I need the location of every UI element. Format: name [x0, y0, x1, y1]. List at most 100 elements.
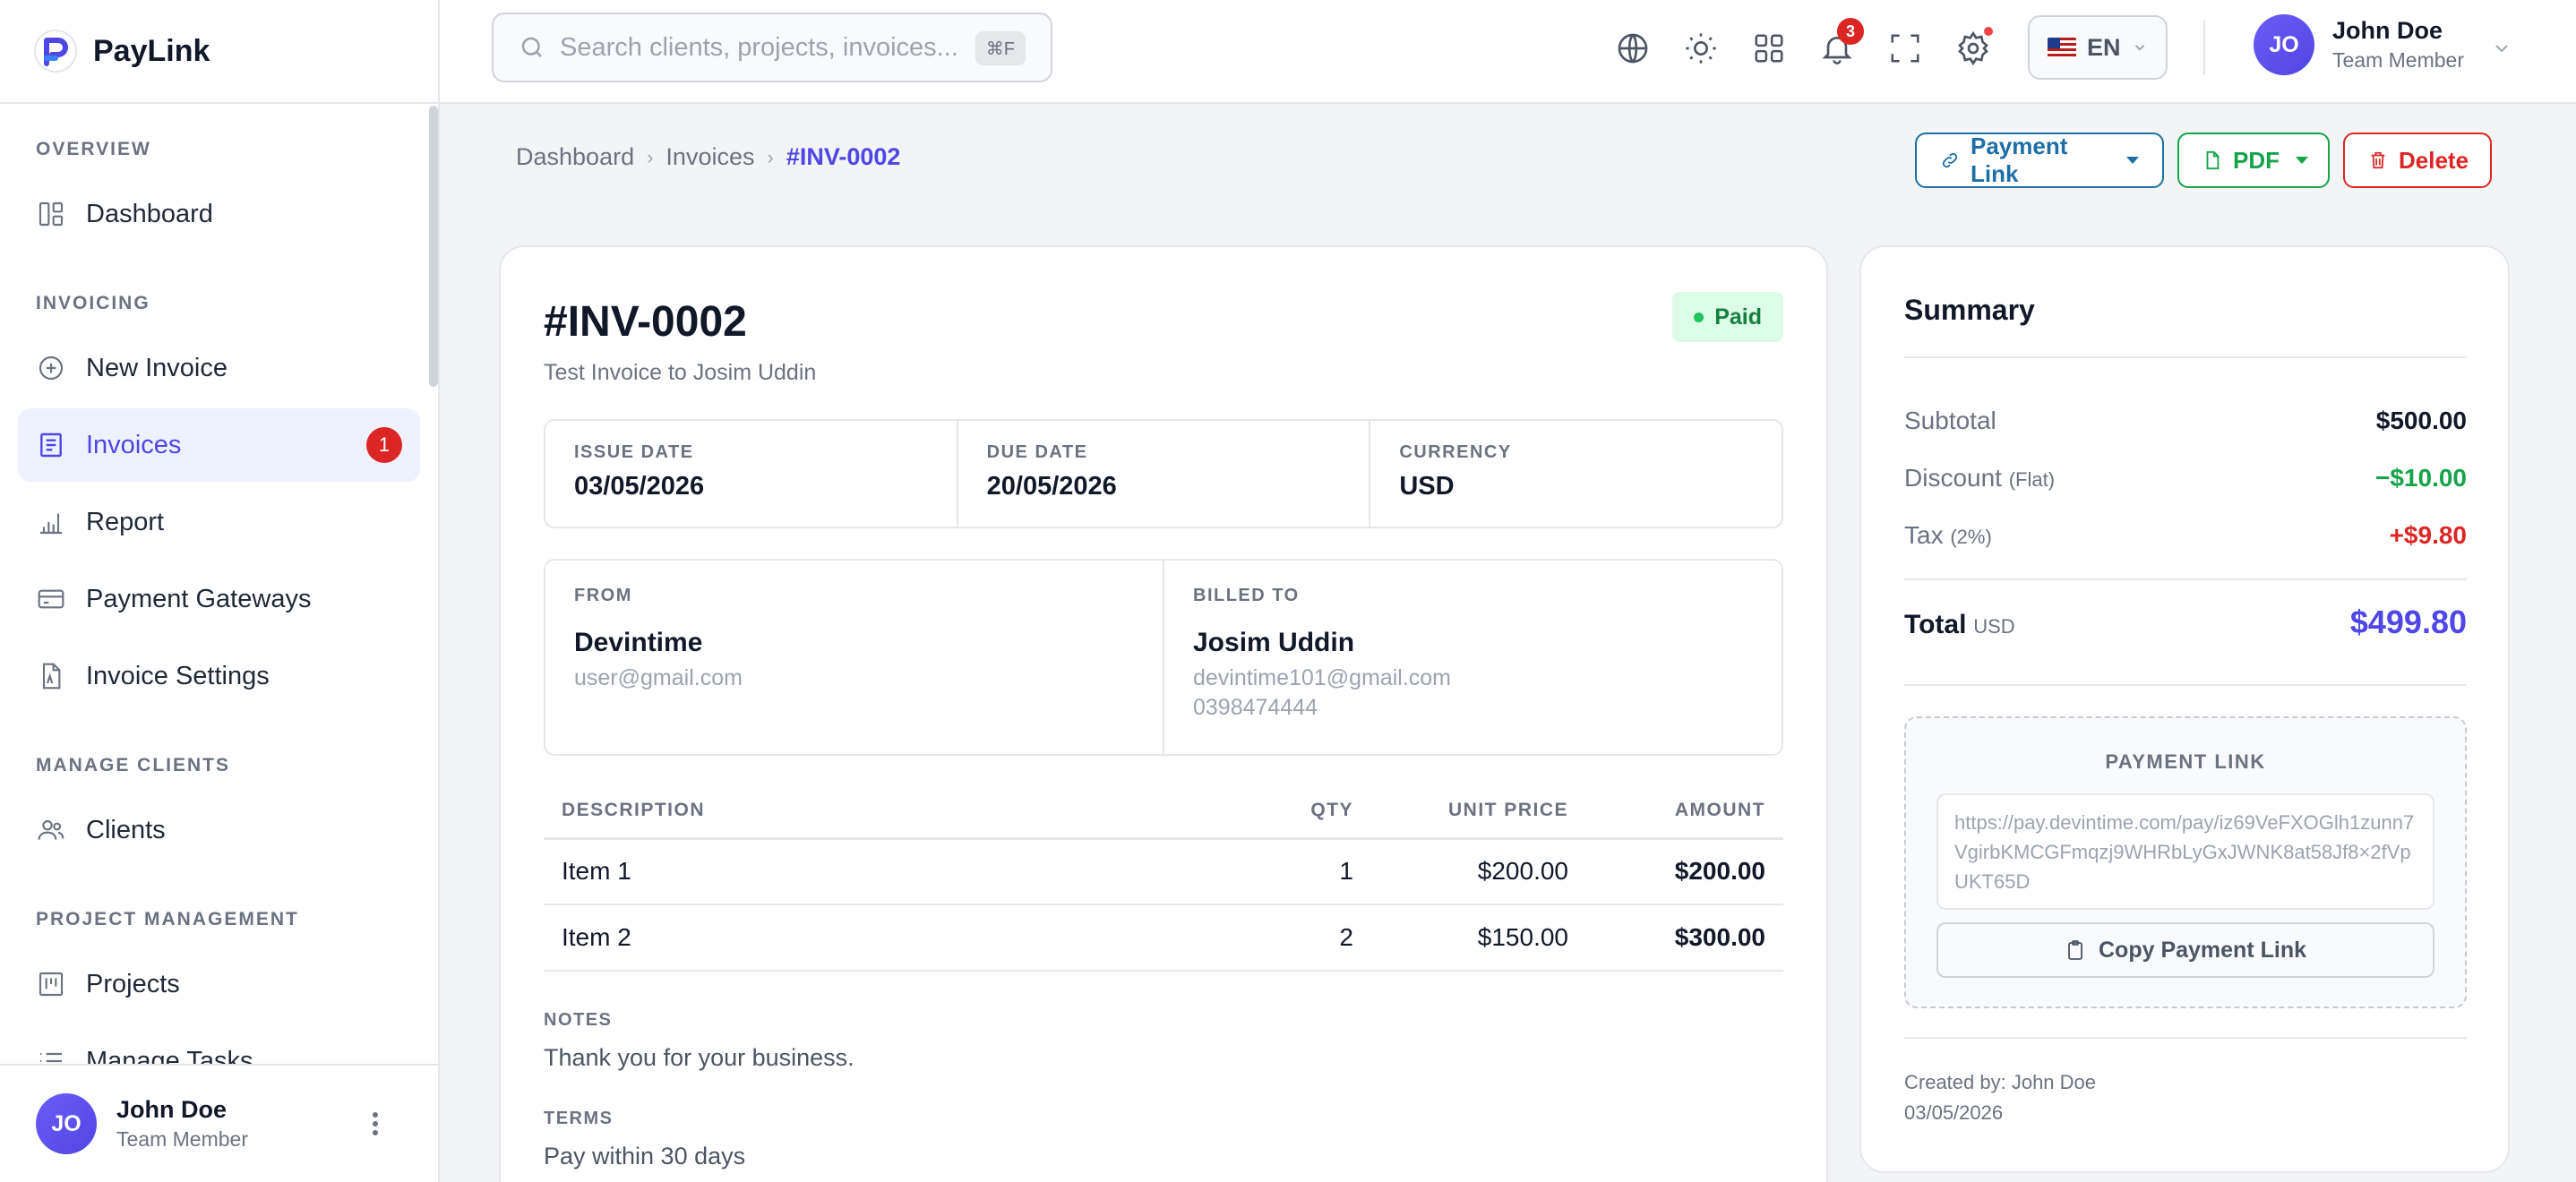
- divider: [1904, 578, 2467, 580]
- sidebar-nav: OVERVIEW Dashboard INVOICING New Invoice…: [0, 104, 438, 1064]
- breadcrumb-item-dashboard[interactable]: Dashboard: [516, 143, 634, 171]
- invoice-icon: [36, 430, 66, 460]
- sidebar-item-report[interactable]: Report: [18, 485, 420, 559]
- pdf-file-icon: [2202, 150, 2222, 170]
- sidebar-item-invoice-settings[interactable]: Invoice Settings: [18, 639, 420, 713]
- language-selector[interactable]: EN: [2028, 15, 2168, 80]
- user-name: John Doe: [2332, 17, 2443, 44]
- item-description: Item 2: [544, 904, 1246, 972]
- sidebar-item-payment-gateways[interactable]: Payment Gateways: [18, 562, 420, 636]
- plus-circle-icon: [36, 353, 66, 383]
- section-title-overview: OVERVIEW: [36, 139, 151, 159]
- invoice-number: #INV-0002: [544, 298, 747, 346]
- sidebar-item-label: Invoice Settings: [86, 661, 270, 690]
- copy-payment-link-button[interactable]: Copy Payment Link: [1936, 922, 2434, 978]
- sidebar-scrollbar[interactable]: [429, 106, 438, 387]
- sidebar-item-clients[interactable]: Clients: [18, 793, 420, 867]
- from-party: FROM Devintime user@gmail.com: [545, 561, 1164, 754]
- bell-icon[interactable]: 3: [1814, 18, 1864, 72]
- item-description: Item 1: [544, 838, 1246, 905]
- search-input[interactable]: Search clients, projects, invoices... ⌘F: [492, 13, 1052, 82]
- parties: FROM Devintime user@gmail.com BILLED TO …: [544, 559, 1783, 756]
- sidebar-item-dashboard[interactable]: Dashboard: [18, 177, 420, 251]
- created-by: Created by: John Doe: [1904, 1071, 2097, 1093]
- issue-date-value: 03/05/2026: [574, 472, 705, 501]
- item-unit-price: $200.00: [1371, 838, 1586, 905]
- avatar: JO: [2254, 14, 2314, 75]
- terms-label: TERMS: [544, 1109, 614, 1128]
- sidebar-item-label: Payment Gateways: [86, 584, 312, 613]
- billed-to-label: BILLED TO: [1193, 586, 1300, 605]
- subtotal-value: $500.00: [2375, 407, 2467, 434]
- from-label: FROM: [574, 586, 632, 605]
- sidebar-item-new-invoice[interactable]: New Invoice: [18, 331, 420, 405]
- user-menu[interactable]: JO John Doe Team Member: [2254, 14, 2464, 75]
- sidebar-item-invoices[interactable]: Invoices 1: [18, 408, 420, 482]
- status-badge: Paid: [1672, 292, 1783, 342]
- table-row: Item 1 1 $200.00 $200.00: [544, 838, 1783, 905]
- users-icon: [36, 815, 66, 845]
- breadcrumb-item-invoices[interactable]: Invoices: [665, 143, 754, 171]
- sidebar-user[interactable]: JO John Doe Team Member: [0, 1064, 438, 1182]
- currency-value: USD: [1399, 472, 1455, 501]
- trash-icon: [2368, 150, 2388, 170]
- payment-link-button[interactable]: Payment Link: [1915, 133, 2164, 188]
- topbar-divider: [2203, 20, 2205, 75]
- line-items-table: DESCRIPTION QTY UNIT PRICE AMOUNT Item 1…: [544, 784, 1783, 972]
- column-header-description: DESCRIPTION: [544, 784, 1246, 840]
- chevron-down-icon[interactable]: [2491, 38, 2512, 59]
- topbar: Search clients, projects, invoices... ⌘F…: [440, 0, 2576, 104]
- table-header-row: DESCRIPTION QTY UNIT PRICE AMOUNT: [544, 784, 1783, 840]
- sidebar-item-label: Manage Tasks: [86, 1046, 253, 1065]
- payment-link-url[interactable]: https://pay.devintime.com/pay/iz69VeFXOG…: [1936, 793, 2434, 910]
- discount-type: (Flat): [2008, 468, 2056, 491]
- status-label: Paid: [1714, 304, 1762, 330]
- sidebar-item-projects[interactable]: Projects: [18, 947, 420, 1021]
- delete-button[interactable]: Delete: [2343, 133, 2492, 188]
- billed-to-party: BILLED TO Josim Uddin devintime101@gmail…: [1164, 561, 1782, 754]
- caret-down-icon: [2126, 157, 2139, 164]
- sidebar-item-label: Invoices: [86, 430, 182, 459]
- created-info: Created by: John Doe 03/05/2026: [1904, 1067, 2096, 1128]
- total-label: Total: [1904, 610, 1967, 639]
- gear-icon[interactable]: [1950, 25, 1996, 72]
- brand[interactable]: PayLink: [0, 0, 438, 104]
- settings-indicator-dot: [1984, 27, 1993, 36]
- kanban-icon: [36, 969, 66, 999]
- bar-chart-icon: [36, 507, 66, 537]
- credit-card-icon: [36, 584, 66, 614]
- from-email: user@gmail.com: [574, 665, 743, 690]
- invoices-count-badge: 1: [366, 427, 402, 463]
- issue-date-label: ISSUE DATE: [574, 442, 694, 462]
- file-settings-icon: [36, 661, 66, 691]
- sidebar: PayLink OVERVIEW Dashboard INVOICING New…: [0, 0, 440, 1182]
- avatar: JO: [36, 1093, 97, 1154]
- summary-title: Summary: [1904, 294, 2035, 326]
- billed-to-phone: 0398474444: [1193, 695, 1318, 720]
- globe-icon[interactable]: [1610, 25, 1656, 72]
- terms-text: Pay within 30 days: [544, 1143, 746, 1169]
- user-name: John Doe: [116, 1096, 228, 1123]
- section-title-project-management: PROJECT MANAGEMENT: [36, 909, 299, 929]
- due-date-cell: DUE DATE 20/05/2026: [958, 421, 1371, 527]
- list-icon: [36, 1046, 66, 1064]
- tax-rate: (2%): [1950, 526, 1992, 548]
- pdf-button[interactable]: PDF: [2177, 133, 2330, 188]
- sidebar-item-manage-tasks[interactable]: Manage Tasks: [18, 1024, 420, 1064]
- tax-label: Tax: [1904, 521, 1944, 549]
- sun-icon[interactable]: [1678, 25, 1724, 72]
- link-icon: [1940, 150, 1960, 170]
- invoice-meta: ISSUE DATE 03/05/2026 DUE DATE 20/05/202…: [544, 419, 1783, 528]
- fullscreen-icon[interactable]: [1882, 25, 1928, 72]
- search-placeholder: Search clients, projects, invoices...: [560, 32, 958, 62]
- chevron-right-icon: ›: [767, 145, 774, 168]
- issue-date-cell: ISSUE DATE 03/05/2026: [545, 421, 958, 527]
- discount-value: −$10.00: [2375, 464, 2467, 492]
- item-qty: 1: [1246, 838, 1371, 905]
- from-name: Devintime: [574, 628, 703, 657]
- subtotal-row: Subtotal $500.00: [1904, 407, 2467, 435]
- sidebar-item-label: Projects: [86, 969, 180, 998]
- more-vertical-icon[interactable]: [372, 1111, 379, 1136]
- sidebar-item-label: New Invoice: [86, 353, 228, 382]
- apps-grid-icon[interactable]: [1746, 25, 1792, 72]
